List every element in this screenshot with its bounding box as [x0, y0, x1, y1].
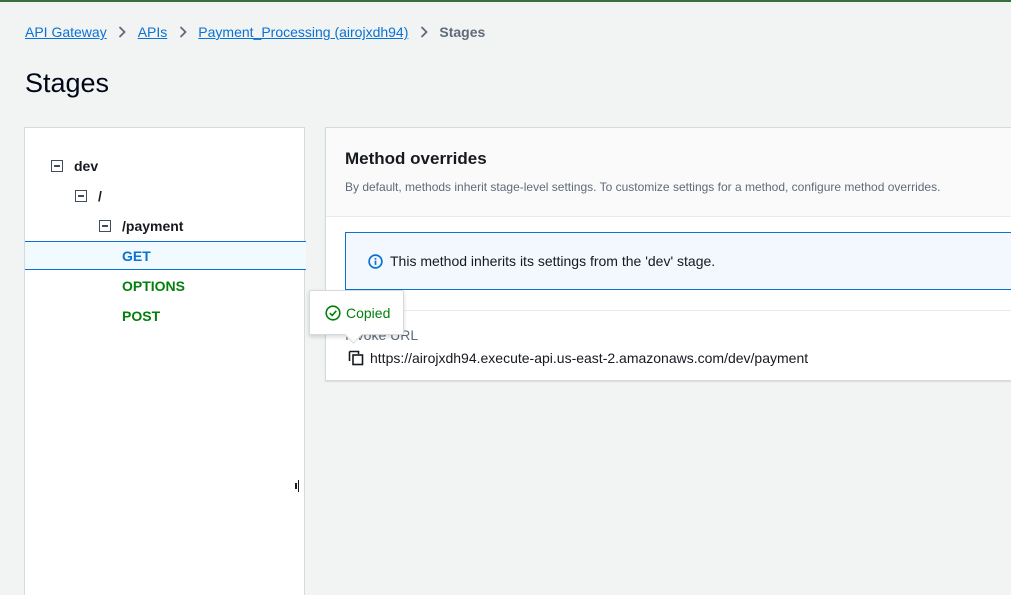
- panel-resize-handle[interactable]: [295, 480, 299, 492]
- tree-node-label: /: [98, 188, 102, 204]
- copy-icon[interactable]: [348, 350, 364, 366]
- tree-node-stage[interactable]: dev: [25, 152, 306, 180]
- invoke-url[interactable]: https://airojxdh94.execute-api.us-east-2…: [370, 350, 808, 366]
- breadcrumb-current: Stages: [439, 24, 486, 40]
- info-icon: [368, 253, 383, 269]
- chevron-right-icon: [167, 26, 198, 38]
- info-alert: This method inherits its settings from t…: [345, 232, 1011, 290]
- collapse-icon[interactable]: [99, 220, 111, 232]
- method-label[interactable]: OPTIONS: [122, 278, 185, 294]
- tooltip-text: Copied: [346, 304, 391, 321]
- page-title: Stages: [25, 68, 110, 98]
- check-circle-icon: [325, 304, 341, 321]
- copied-tooltip: Copied: [309, 290, 404, 344]
- breadcrumb-api-name[interactable]: Payment_Processing (airojxdh94): [198, 24, 408, 40]
- divider: [326, 310, 1011, 311]
- collapse-icon[interactable]: [51, 160, 63, 172]
- panel-title: Method overrides: [345, 149, 487, 168]
- alert-text: This method inherits its settings from t…: [390, 253, 716, 269]
- top-accent-line: [0, 0, 1011, 2]
- method-label[interactable]: GET: [122, 248, 151, 264]
- stage-tree-panel: dev / /payment GET OPTIONS POST: [24, 127, 306, 595]
- tree-node-resource[interactable]: /payment: [25, 212, 306, 240]
- invoke-url-row: https://airojxdh94.execute-api.us-east-2…: [348, 350, 808, 366]
- breadcrumb-api-gateway[interactable]: API Gateway: [25, 24, 107, 40]
- panel-header: Method overrides By default, methods inh…: [326, 128, 1011, 217]
- breadcrumb-apis[interactable]: APIs: [138, 24, 168, 40]
- tree-node-root[interactable]: /: [25, 182, 306, 210]
- breadcrumb: API Gateway APIs Payment_Processing (air…: [25, 23, 485, 41]
- method-overrides-panel: Method overrides By default, methods inh…: [325, 127, 1011, 381]
- method-label[interactable]: POST: [122, 308, 160, 324]
- chevron-right-icon: [408, 26, 439, 38]
- chevron-right-icon: [107, 26, 138, 38]
- panel-description: By default, methods inherit stage-level …: [345, 180, 941, 194]
- tree-method-options[interactable]: OPTIONS: [25, 272, 306, 300]
- tree-node-label: /payment: [122, 218, 184, 234]
- collapse-icon[interactable]: [75, 190, 87, 202]
- tree-method-get[interactable]: GET: [25, 241, 306, 270]
- tree-node-label: dev: [74, 158, 99, 174]
- tree-method-post[interactable]: POST: [25, 302, 306, 330]
